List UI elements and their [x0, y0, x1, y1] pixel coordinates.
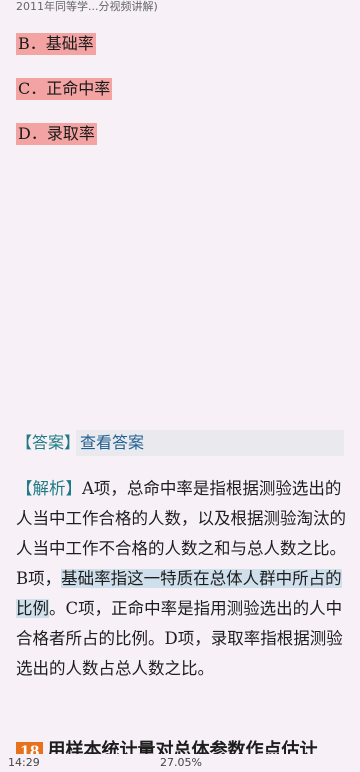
analysis-text-b: 。C项，正命中率是指用测验选出的人中合格者所占的比例。D项，录取率指根据测验选出…	[16, 599, 343, 678]
reading-status-bar: 14:29 27.05%	[0, 754, 360, 772]
reading-progress: 27.05%	[160, 756, 202, 769]
analysis-paragraph: 【解析】A项，总命中率是指根据测验选出的人当中工作合格的人数，以及根据测验淘汰的…	[16, 474, 346, 684]
answer-row: 【答案】 查看答案	[16, 430, 344, 456]
analysis-tag: 【解析】	[16, 479, 82, 498]
clock: 14:29	[8, 756, 40, 769]
option-b[interactable]: B．基础率	[16, 33, 96, 55]
document-title: 2011年同等学...分视频讲解)	[16, 0, 158, 13]
option-d[interactable]: D．录取率	[16, 123, 97, 145]
option-c[interactable]: C．正命中率	[16, 78, 113, 100]
view-answer-button[interactable]: 查看答案	[76, 430, 344, 456]
answer-tag: 【答案】	[16, 433, 81, 452]
